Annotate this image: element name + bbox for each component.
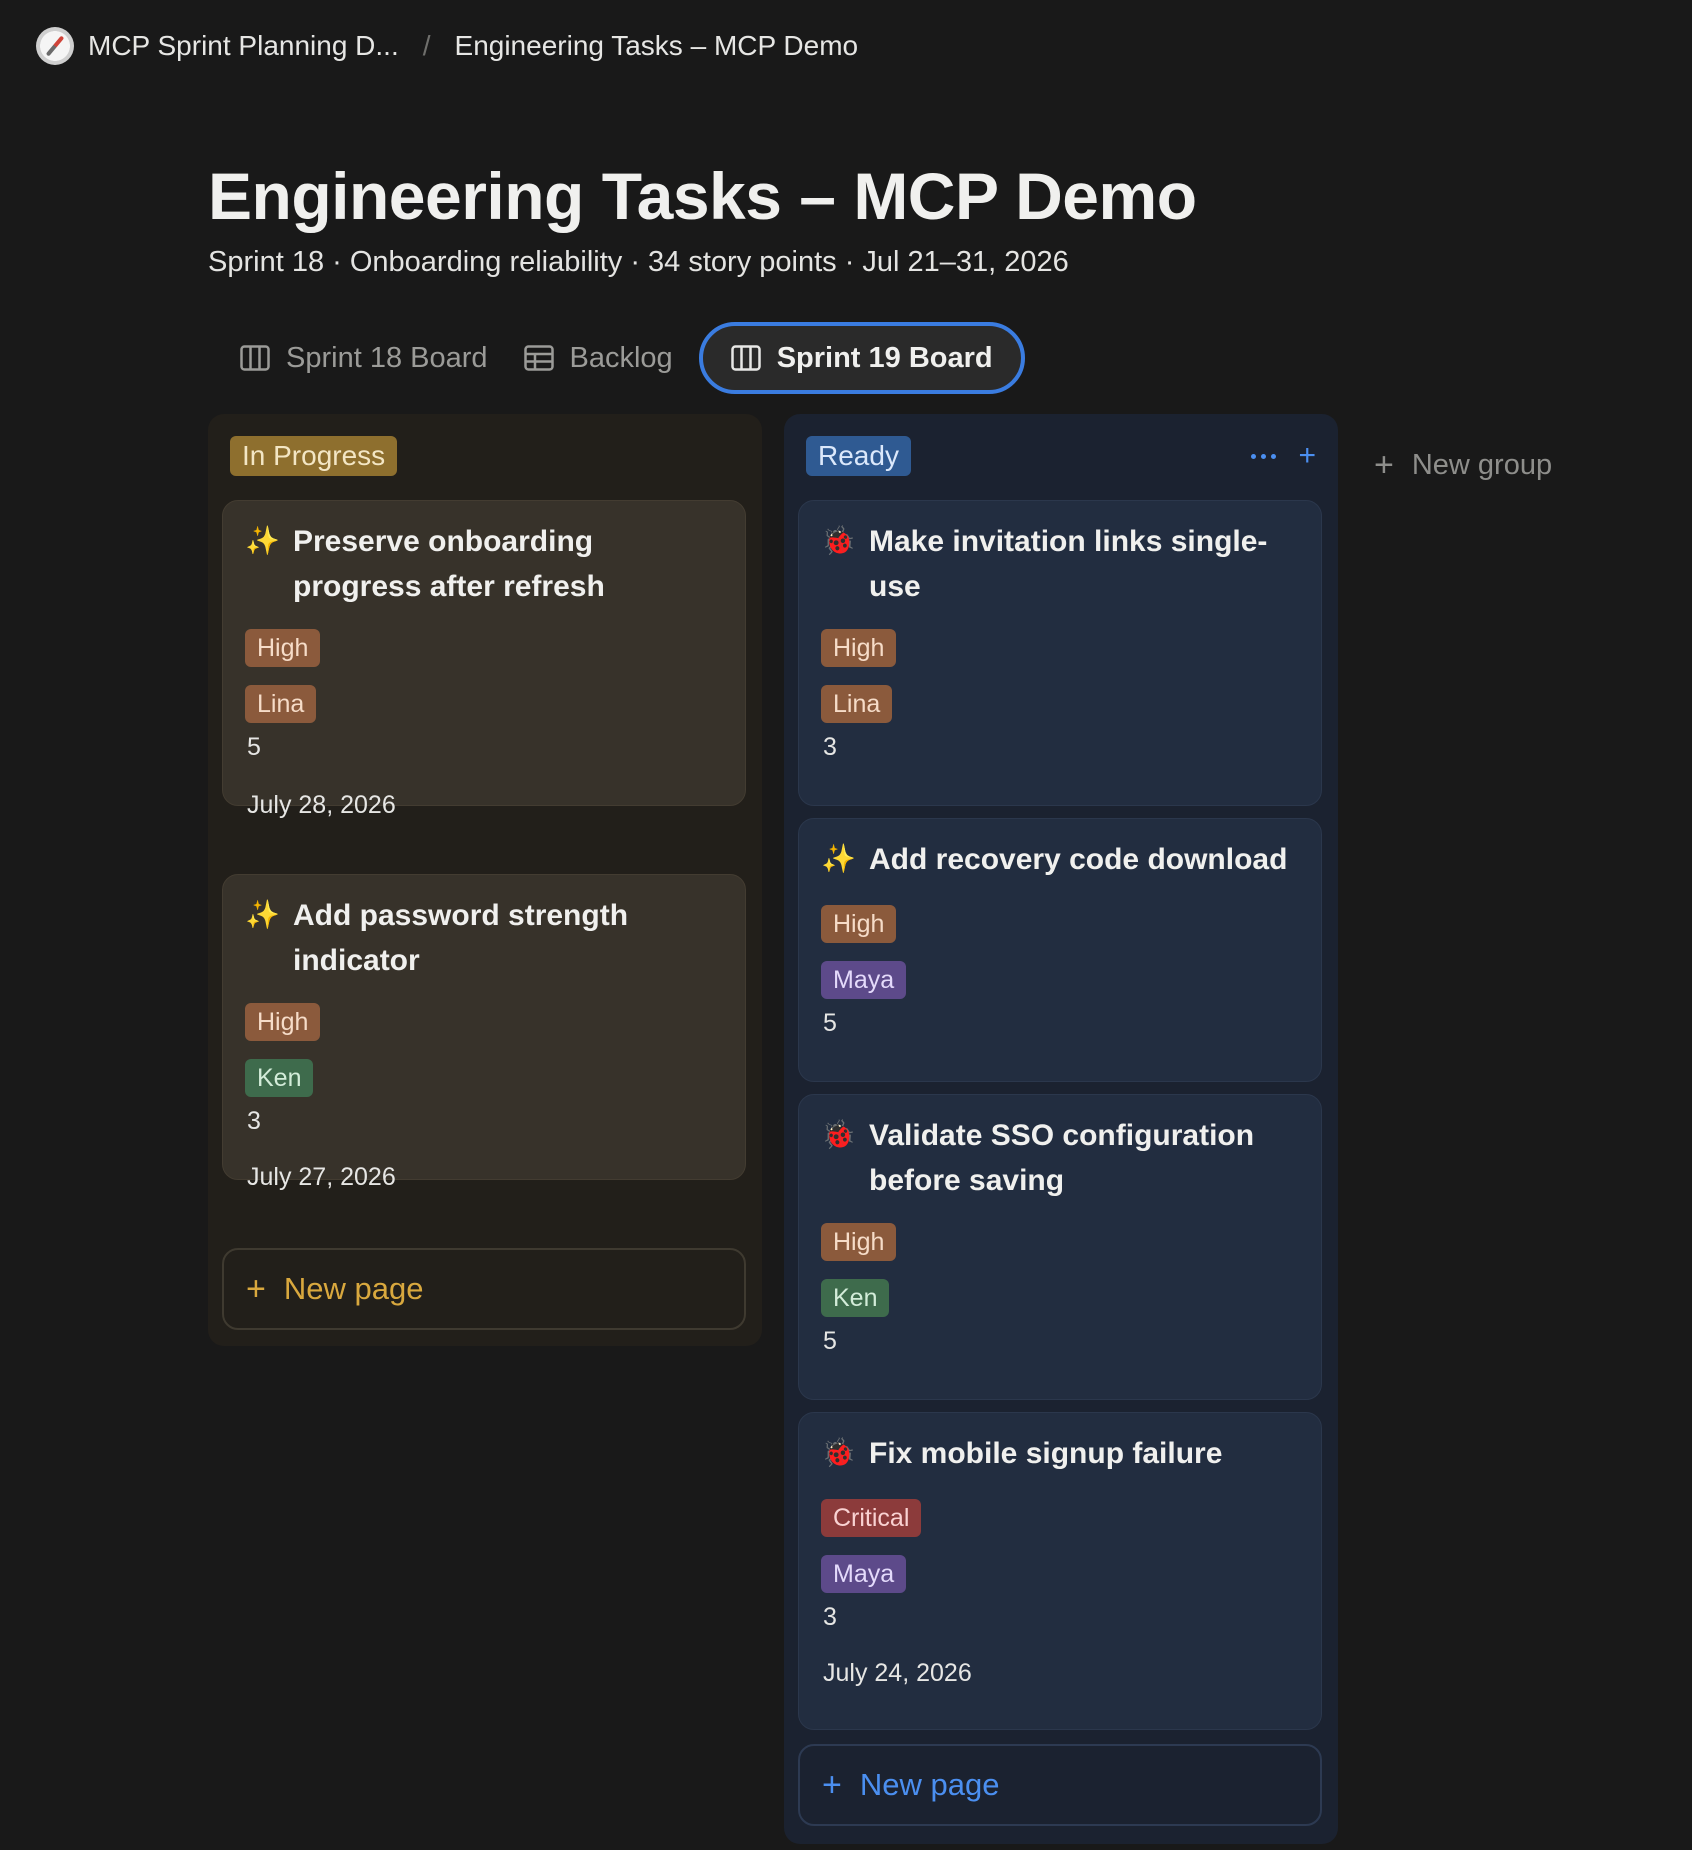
story-points: 3 [247,1107,261,1135]
more-options-icon[interactable] [1251,453,1277,459]
priority-tag: High [245,1003,321,1041]
breadcrumb-current[interactable]: Engineering Tasks – MCP Demo [455,30,859,62]
due-date: July 24, 2026 [823,1659,972,1687]
priority-tag: High [821,905,897,943]
priority-tag: High [821,629,897,667]
priority-tag: High [245,629,321,667]
card-title: Validate SSO configuration before saving [869,1119,1255,1197]
card-title: Make invitation links single-use [869,525,1268,603]
page-subtitle[interactable]: Sprint 18 · Onboarding reliability · 34 … [208,246,1069,279]
breadcrumb: MCP Sprint Planning D... / Engineering T… [0,0,1692,92]
task-card[interactable]: 🐞 Fix mobile signup failure Critical May… [798,1412,1322,1730]
new-page-label: New page [859,1767,1000,1802]
story-points: 5 [823,1327,837,1355]
compass-icon [36,27,74,65]
bug-icon: 🐞 [821,1119,856,1150]
assignee-tag: Lina [245,685,317,723]
board-column-ready: Ready + 🐞 Make invitation links single-u… [784,414,1338,1844]
breadcrumb-separator: / [422,30,431,61]
board-icon [240,345,270,371]
task-card[interactable]: 🐞 Validate SSO configuration before savi… [798,1094,1322,1400]
new-page-button[interactable]: + New page [222,1248,746,1330]
view-tabs: Sprint 18 Board Backlog Sprint 19 Board [222,318,1025,398]
tab-backlog[interactable]: Backlog [506,322,691,394]
priority-tag: Critical [821,1499,922,1537]
column-header: Ready + [806,434,1316,478]
plus-icon: + [822,1765,842,1804]
new-page-label: New page [283,1271,424,1306]
table-icon [523,345,554,371]
card-title: Fix mobile signup failure [869,1437,1223,1470]
card-title: Preserve onboarding progress after refre… [293,525,605,603]
task-card[interactable]: ✨ Add password strength indicator High K… [222,874,746,1191]
assignee-tag: Ken [245,1059,314,1097]
task-card[interactable]: 🐞 Make invitation links single-use High … [798,500,1322,806]
assignee-tag: Maya [821,1555,907,1593]
plus-icon: + [1374,446,1394,484]
breadcrumb-parent[interactable]: MCP Sprint Planning D... [88,30,399,62]
priority-tag: High [821,1223,897,1261]
sparkles-icon: ✨ [821,843,856,874]
story-points: 3 [823,1603,837,1631]
tab-sprint-19-board[interactable]: Sprint 19 Board [698,322,1025,394]
card-title: Add password strength indicator [293,899,629,977]
story-points: 5 [247,733,261,761]
assignee-tag: Maya [821,961,907,999]
add-card-icon[interactable]: + [1298,439,1316,473]
due-date: July 28, 2026 [247,791,396,819]
page-title[interactable]: Engineering Tasks – MCP Demo [208,158,1197,234]
sparkles-icon: ✨ [245,525,280,556]
column-status-badge[interactable]: Ready [806,436,911,476]
board-column-in-progress: In Progress ✨ Preserve onboarding progre… [208,414,762,1346]
new-group-button[interactable]: + New group [1374,446,1552,485]
column-header: In Progress [230,434,740,478]
story-points: 5 [823,1009,837,1037]
assignee-tag: Ken [821,1279,890,1317]
tab-label: Sprint 19 Board [776,341,993,374]
story-points: 3 [823,733,837,761]
new-page-button[interactable]: + New page [798,1744,1322,1826]
tab-label: Sprint 18 Board [286,341,488,374]
assignee-tag: Lina [821,685,893,723]
sparkles-icon: ✨ [245,899,280,930]
bug-icon: 🐞 [821,1437,856,1468]
board-icon [730,345,761,371]
card-title: Add recovery code download [869,843,1288,876]
column-status-badge[interactable]: In Progress [230,436,398,476]
tab-sprint-18-board[interactable]: Sprint 18 Board [222,322,506,394]
new-group-label: New group [1411,449,1553,481]
tab-label: Backlog [569,341,673,374]
plus-icon: + [246,1269,266,1308]
task-card[interactable]: ✨ Preserve onboarding progress after ref… [222,500,746,819]
due-date: July 27, 2026 [247,1163,396,1191]
task-card[interactable]: ✨ Add recovery code download High Maya 5 [798,818,1322,1082]
bug-icon: 🐞 [821,525,856,556]
